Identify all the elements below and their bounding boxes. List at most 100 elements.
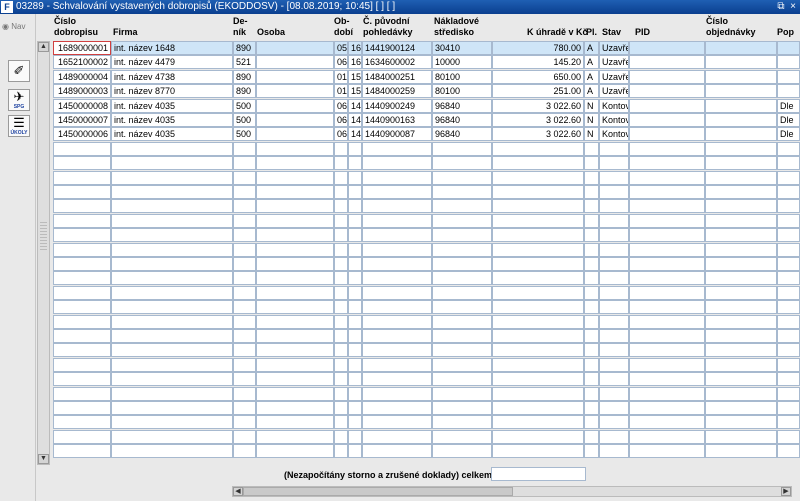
cell-ob2[interactable]: 16 (348, 55, 362, 70)
table-row[interactable]: 1489000004 int. název 4738 890 01 15 14840002… (53, 69, 800, 84)
cell-cislo[interactable] (53, 314, 111, 329)
cell-pohledavka[interactable] (362, 372, 432, 387)
cell-cislo[interactable] (53, 386, 111, 401)
cell-ob2[interactable] (348, 170, 362, 185)
cell-pid[interactable] (629, 55, 705, 70)
cell-denik[interactable] (233, 185, 256, 199)
cell-objednavka[interactable] (705, 329, 777, 343)
header-cislo-dobropisu[interactable]: Číslo dobropisu (54, 16, 98, 38)
header-pl[interactable]: Pl. (586, 27, 597, 38)
cell-denik[interactable]: 500 (233, 127, 256, 142)
cell-objednavka[interactable] (705, 69, 777, 84)
cell-ob1[interactable] (334, 300, 348, 315)
tasks-button[interactable]: ☰ ÚKOLY (8, 115, 30, 137)
cell-osoba[interactable] (256, 127, 334, 142)
header-k-uhrade[interactable]: K úhradě v Kč (527, 27, 588, 38)
cell-castka[interactable] (492, 444, 584, 459)
cell-cislo[interactable] (53, 141, 111, 156)
empty-row[interactable] (53, 444, 800, 459)
cell-cislo[interactable] (53, 357, 111, 372)
cell-stredisko[interactable] (432, 329, 492, 343)
cell-castka[interactable] (492, 185, 584, 199)
vertical-scrollbar[interactable]: ▲ ▼ (37, 41, 50, 465)
cell-firma[interactable] (111, 329, 233, 343)
cell-pohledavka[interactable] (362, 386, 432, 401)
cell-ob1[interactable] (334, 329, 348, 343)
cell-castka[interactable]: 3 022.60 (492, 127, 584, 142)
cell-pid[interactable] (629, 357, 705, 372)
cell-castka[interactable] (492, 257, 584, 271)
cell-pl[interactable] (584, 329, 599, 343)
cell-osoba[interactable] (256, 300, 334, 315)
cell-pid[interactable] (629, 343, 705, 358)
header-puvodni-pohledavka[interactable]: Č. původní pohledávky (363, 16, 413, 38)
cell-osoba[interactable] (256, 170, 334, 185)
cell-pl[interactable] (584, 185, 599, 199)
cell-ob1[interactable]: 06 (334, 55, 348, 70)
header-nakladove-stredisko[interactable]: Nákladové středisko (434, 16, 479, 38)
cell-osoba[interactable] (256, 271, 334, 286)
cell-denik[interactable]: 890 (233, 84, 256, 99)
cell-osoba[interactable] (256, 113, 334, 127)
cell-osoba[interactable] (256, 429, 334, 444)
cell-objednavka[interactable] (705, 401, 777, 415)
cell-osoba[interactable] (256, 228, 334, 243)
cell-ob2[interactable] (348, 386, 362, 401)
empty-row[interactable] (53, 343, 800, 358)
cell-pl[interactable] (584, 401, 599, 415)
cell-firma[interactable] (111, 271, 233, 286)
cell-pl[interactable] (584, 228, 599, 243)
cell-firma[interactable] (111, 141, 233, 156)
cell-objednavka[interactable] (705, 55, 777, 70)
cell-popis[interactable] (777, 271, 800, 286)
cell-popis[interactable]: Dle (777, 98, 800, 113)
cell-popis[interactable] (777, 242, 800, 257)
cell-osoba[interactable] (256, 156, 334, 171)
cell-pl[interactable] (584, 285, 599, 300)
cell-ob1[interactable] (334, 343, 348, 358)
cell-osoba[interactable] (256, 386, 334, 401)
cell-stav[interactable]: Uzavře (599, 55, 629, 70)
empty-row[interactable] (53, 242, 800, 257)
header-cislo-objednavky[interactable]: Číslo objednávky (706, 16, 756, 38)
cell-ob1[interactable] (334, 257, 348, 271)
cell-denik[interactable] (233, 444, 256, 459)
cell-firma[interactable] (111, 429, 233, 444)
cell-castka[interactable] (492, 429, 584, 444)
cell-pohledavka[interactable]: 1440900087 (362, 127, 432, 142)
cell-cislo[interactable] (53, 228, 111, 243)
cell-stav[interactable] (599, 228, 629, 243)
cell-firma[interactable]: int. název 4035 (111, 127, 233, 142)
cell-cislo[interactable] (53, 242, 111, 257)
nav-tab[interactable]: ◉ Nav (2, 21, 32, 33)
cell-cislo[interactable] (53, 329, 111, 343)
cell-pid[interactable] (629, 170, 705, 185)
cell-ob2[interactable] (348, 300, 362, 315)
cell-stredisko[interactable] (432, 141, 492, 156)
cell-castka[interactable] (492, 386, 584, 401)
cell-stav[interactable] (599, 213, 629, 228)
cell-pid[interactable] (629, 314, 705, 329)
cell-stav[interactable] (599, 314, 629, 329)
cell-ob2[interactable] (348, 415, 362, 430)
cell-stav[interactable] (599, 415, 629, 430)
table-row[interactable]: 1489000003 int. název 8770 890 01 15 14840002… (53, 84, 800, 99)
cell-stredisko[interactable] (432, 228, 492, 243)
cell-objednavka[interactable] (705, 98, 777, 113)
cell-denik[interactable] (233, 285, 256, 300)
cell-stav[interactable] (599, 185, 629, 199)
cell-pid[interactable] (629, 429, 705, 444)
cell-stredisko[interactable] (432, 386, 492, 401)
cell-firma[interactable] (111, 357, 233, 372)
cell-stredisko[interactable] (432, 257, 492, 271)
cell-objednavka[interactable] (705, 372, 777, 387)
cell-pid[interactable] (629, 228, 705, 243)
cell-stredisko[interactable]: 30410 (432, 41, 492, 55)
cell-cislo[interactable] (53, 285, 111, 300)
cell-pohledavka[interactable] (362, 329, 432, 343)
cell-denik[interactable] (233, 372, 256, 387)
cell-ob2[interactable] (348, 213, 362, 228)
cell-popis[interactable] (777, 199, 800, 214)
cell-stredisko[interactable]: 80100 (432, 84, 492, 99)
cell-denik[interactable]: 890 (233, 69, 256, 84)
